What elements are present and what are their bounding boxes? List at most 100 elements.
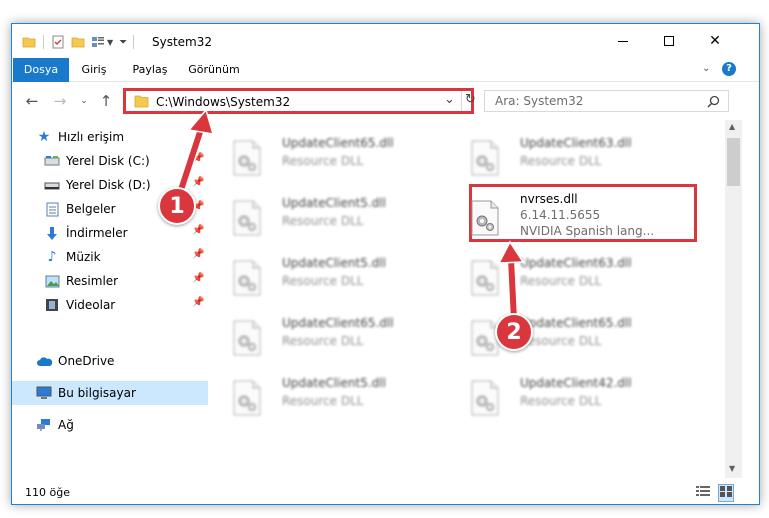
- pin-icon[interactable]: 📌: [192, 225, 204, 239]
- quick-access-toolbar: ▼ ⏷: [22, 33, 140, 51]
- tab-paylas[interactable]: Paylaş: [128, 58, 172, 82]
- file-name: UpdateClient42.dll: [520, 376, 632, 390]
- file-detail: Resource DLL: [282, 214, 364, 228]
- step-2-badge: 2: [495, 313, 533, 351]
- documents-icon: [44, 201, 60, 217]
- search-placeholder: Ara: System32: [495, 94, 584, 108]
- file-item[interactable]: UpdateClient5.dll Resource DLL: [208, 190, 434, 242]
- file-view: UpdateClient65.dll Resource DLL UpdateClie…: [208, 120, 725, 478]
- scroll-down-icon[interactable]: ▼: [729, 464, 735, 473]
- nav-item-label: Yerel Disk (D:): [66, 178, 151, 192]
- file-item[interactable]: UpdateClient63.dll Resource DLL: [446, 250, 672, 302]
- dll-file-icon: [233, 260, 261, 296]
- nav-item-onedrive[interactable]: OneDrive: [12, 349, 208, 373]
- properties-icon[interactable]: [51, 35, 65, 49]
- nav-item-local-disk-c[interactable]: Yerel Disk (C:) 📌: [12, 149, 208, 173]
- file-detail: Resource DLL: [282, 154, 364, 168]
- file-name: UpdateClient63.dll: [520, 256, 632, 270]
- scroll-up-icon[interactable]: ▲: [729, 122, 735, 131]
- file-name: UpdateClient65.dll: [282, 316, 394, 330]
- maximize-button[interactable]: [646, 24, 692, 58]
- maximize-icon: [664, 36, 674, 46]
- nav-item-videos[interactable]: Videolar 📌: [12, 293, 208, 317]
- nav-item-label: Müzik: [66, 250, 101, 264]
- status-bar: 110 öğe: [12, 478, 759, 504]
- pin-icon[interactable]: 📌: [192, 249, 204, 263]
- back-arrow-icon: ←: [25, 92, 39, 110]
- nav-item-network[interactable]: Ağ: [12, 413, 208, 437]
- address-bar[interactable]: C:\Windows\System32 ⌄ ↻: [123, 88, 476, 114]
- tab-gorunum[interactable]: Görünüm: [184, 58, 244, 82]
- file-name: UpdateClient5.dll: [282, 256, 386, 270]
- back-button[interactable]: ←: [22, 90, 42, 112]
- tab-giris[interactable]: Giriş: [74, 58, 114, 82]
- toolbar-divider: [133, 35, 135, 49]
- expand-ribbon-icon[interactable]: ⌄: [702, 63, 710, 74]
- window-title: System32: [152, 35, 213, 49]
- forward-button[interactable]: →: [50, 90, 70, 112]
- recent-locations-button[interactable]: ⌄: [74, 90, 94, 112]
- nav-item-quick-access[interactable]: ★ Hızlı erişim: [12, 125, 208, 149]
- pin-icon[interactable]: 📌: [192, 273, 204, 287]
- file-item[interactable]: UpdateClient5.dll Resource DLL: [208, 250, 434, 302]
- minimize-icon: [618, 40, 628, 42]
- customize-toolbar-icon[interactable]: ⏷: [119, 37, 127, 48]
- tiles-view-icon[interactable]: [718, 484, 734, 502]
- file-item[interactable]: UpdateClient63.dll Resource DLL: [446, 130, 672, 182]
- chevron-down-icon[interactable]: ▼: [107, 38, 113, 47]
- navigation-pane: ★ Hızlı erişim Yerel Disk (C:) 📌 Yerel D…: [12, 120, 208, 478]
- chevron-down-icon: ⌄: [80, 96, 88, 106]
- file-item[interactable]: UpdateClient65.dll Resource DLL: [446, 310, 672, 362]
- address-path[interactable]: C:\Windows\System32: [156, 95, 290, 109]
- cloud-icon: [36, 353, 52, 369]
- file-detail: Resource DLL: [520, 154, 602, 168]
- address-row: ← → ⌄ ↑ C:\Windows\System32 ⌄ ↻ Ara: Sys…: [12, 82, 759, 120]
- star-icon: ★: [37, 129, 51, 145]
- minimize-button[interactable]: [600, 24, 646, 58]
- nav-item-pictures[interactable]: Resimler 📌: [12, 269, 208, 293]
- file-item[interactable]: UpdateClient42.dll Resource DLL: [446, 370, 672, 422]
- address-dropdown-icon[interactable]: ⌄: [444, 92, 455, 107]
- file-detail: Resource DLL: [520, 394, 602, 408]
- help-icon[interactable]: ?: [722, 62, 736, 76]
- vertical-scrollbar[interactable]: ▲ ▼: [725, 120, 742, 478]
- folder-icon[interactable]: [22, 35, 36, 49]
- details-view-icon[interactable]: [696, 485, 710, 500]
- file-detail: 6.14.11.5655: [520, 208, 601, 222]
- search-box[interactable]: Ara: System32: [484, 90, 729, 112]
- file-item-target[interactable]: nvrses.dll 6.14.11.5655 NVIDIA Spanish lan…: [446, 190, 672, 242]
- folder-icon: [134, 95, 149, 108]
- nav-item-label: Bu bilgisayar: [58, 386, 136, 400]
- view-options-icon[interactable]: [91, 35, 105, 49]
- ribbon-tabs: Dosya Giriş Paylaş Görünüm ⌄ ?: [12, 58, 759, 82]
- nav-item-label: Resimler: [66, 274, 119, 288]
- dll-file-icon: [233, 320, 261, 356]
- new-folder-icon[interactable]: [71, 35, 85, 49]
- pin-icon[interactable]: 📌: [192, 297, 204, 311]
- item-count: 110 öğe: [25, 486, 70, 499]
- file-item[interactable]: UpdateClient5.dll Resource DLL: [208, 370, 434, 422]
- up-button[interactable]: ↑: [96, 90, 116, 112]
- nav-item-label: Yerel Disk (C:): [66, 154, 150, 168]
- scrollbar-thumb[interactable]: [727, 138, 740, 186]
- videos-icon: [44, 297, 60, 313]
- close-button[interactable]: ✕: [692, 24, 738, 58]
- up-arrow-icon: ↑: [99, 92, 113, 110]
- explorer-window: ▼ ⏷ System32 ✕ Dosya Giriş Paylaş Görünü…: [11, 23, 760, 505]
- file-detail: Resource DLL: [282, 394, 364, 408]
- nav-item-label: OneDrive: [58, 354, 115, 368]
- dll-file-icon: [471, 140, 499, 176]
- forward-arrow-icon: →: [53, 92, 67, 110]
- file-item[interactable]: UpdateClient65.dll Resource DLL: [208, 130, 434, 182]
- pin-icon[interactable]: 📌: [192, 153, 204, 167]
- title-bar: ▼ ⏷ System32 ✕: [12, 24, 759, 58]
- file-detail: Resource DLL: [520, 274, 602, 288]
- toolbar-divider: [43, 35, 44, 49]
- file-item[interactable]: UpdateClient65.dll Resource DLL: [208, 310, 434, 362]
- nav-item-label: Hızlı erişim: [58, 130, 125, 144]
- nav-item-this-pc[interactable]: Bu bilgisayar: [12, 381, 208, 405]
- refresh-icon[interactable]: ↻: [465, 92, 476, 107]
- nav-item-music[interactable]: ♪ Müzik 📌: [12, 245, 208, 269]
- pin-icon[interactable]: 📌: [192, 177, 204, 191]
- tab-dosya[interactable]: Dosya: [13, 58, 69, 82]
